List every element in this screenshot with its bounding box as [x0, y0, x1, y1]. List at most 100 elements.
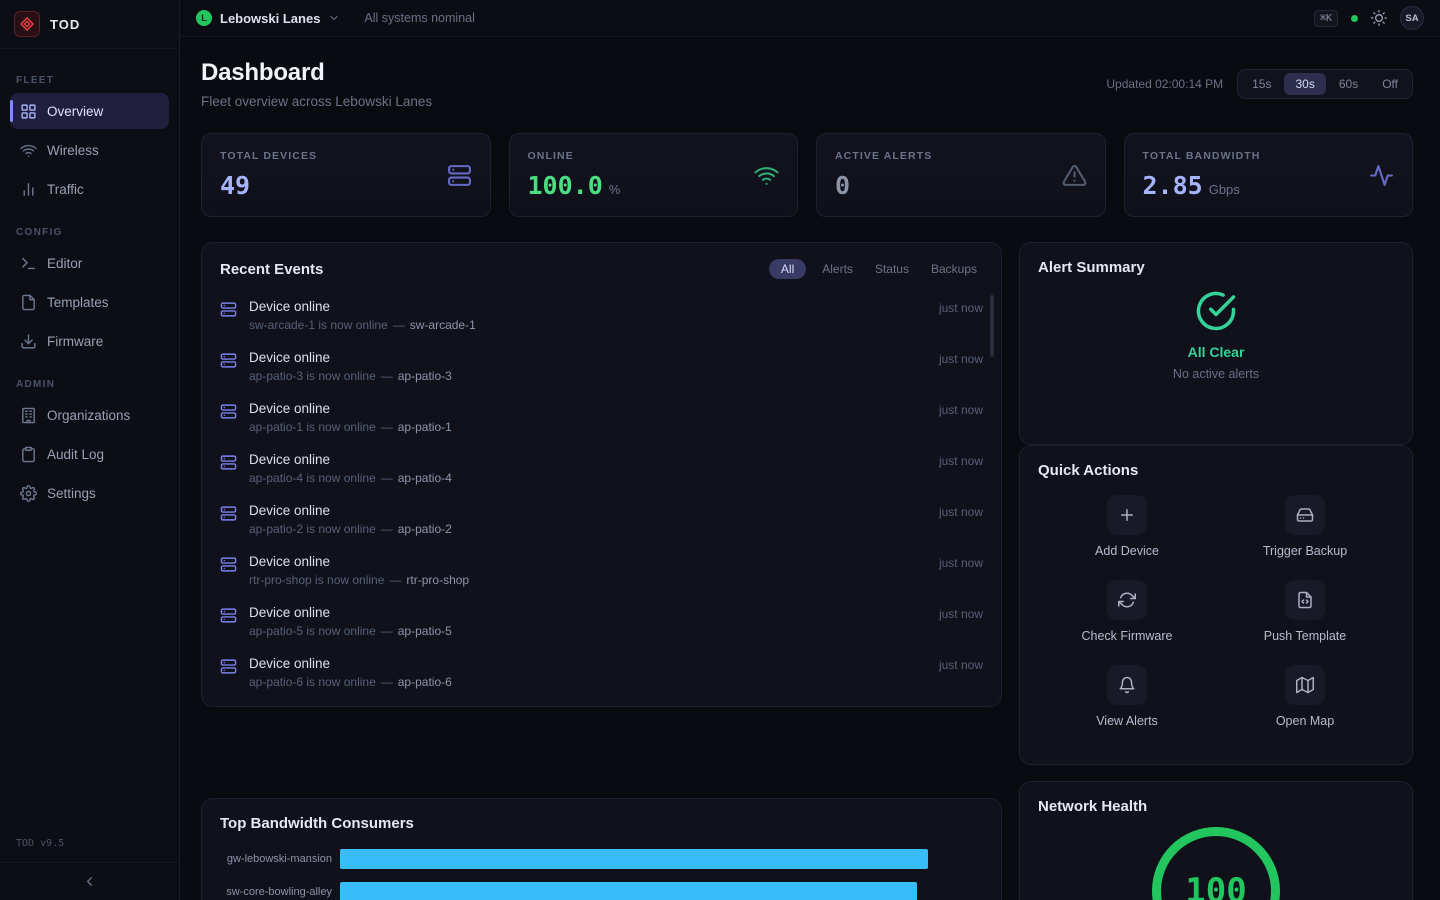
- sidebar-item-templates[interactable]: Templates: [10, 284, 169, 320]
- refresh-option-off[interactable]: Off: [1371, 73, 1409, 95]
- event-detail: sw-arcade-1 is now online—sw-arcade-1: [249, 318, 927, 332]
- stat-unit: Gbps: [1209, 182, 1240, 197]
- event-device-name: ap-patio-5: [398, 624, 452, 638]
- gear-icon: [20, 485, 37, 502]
- event-device-name: sw-arcade-1: [410, 318, 476, 332]
- quick-action-label: View Alerts: [1096, 714, 1158, 728]
- sun-icon: [1371, 10, 1387, 26]
- event-time: just now: [939, 350, 983, 366]
- refresh-option-30s[interactable]: 30s: [1284, 73, 1325, 95]
- alert-status-text: All Clear: [1188, 344, 1245, 360]
- quick-action-label: Trigger Backup: [1263, 544, 1347, 558]
- quick-action-icon-box: [1107, 495, 1147, 535]
- scrollbar-thumb[interactable]: [990, 295, 994, 357]
- event-row[interactable]: Device onlineap-patio-4 is now online—ap…: [220, 443, 983, 494]
- event-detail: ap-patio-1 is now online—ap-patio-1: [249, 420, 927, 434]
- file-code-icon: [1296, 591, 1314, 609]
- app-logo-icon: [14, 11, 40, 37]
- event-row[interactable]: Device online ap-patio-1 is now online—ap…: [220, 392, 983, 443]
- event-row[interactable]: Device onlinesw-arcade-1 is now online—s…: [220, 290, 983, 341]
- sidebar-item-label: Organizations: [47, 408, 130, 423]
- quick-action-icon-box: [1285, 495, 1325, 535]
- org-switcher[interactable]: L Lebowski Lanes: [196, 10, 340, 26]
- event-time: just now: [939, 656, 983, 672]
- command-shortcut-badge[interactable]: ⌘K: [1314, 10, 1338, 27]
- quick-action-check-firmware[interactable]: Check Firmware: [1038, 574, 1216, 649]
- event-filter-status[interactable]: Status: [869, 259, 915, 279]
- sidebar-item-label: Firmware: [47, 334, 103, 349]
- bandwidth-bar: [340, 849, 928, 869]
- user-avatar[interactable]: SA: [1400, 6, 1424, 30]
- wifi-icon: [20, 142, 37, 159]
- chevron-down-icon: [328, 12, 340, 24]
- quick-action-label: Add Device: [1095, 544, 1159, 558]
- event-detail: rtr-pro-shop is now online—rtr-pro-shop: [249, 573, 927, 587]
- stat-card-total-devices: TOTAL DEVICES49: [201, 133, 491, 217]
- network-health-panel: Network Health 100: [1019, 781, 1413, 900]
- event-filter-all[interactable]: All: [769, 259, 806, 279]
- event-title: Device online: [249, 452, 927, 467]
- sidebar-item-organizations[interactable]: Organizations: [10, 397, 169, 433]
- sidebar-collapse-button[interactable]: [0, 862, 179, 900]
- chevron-left-icon: [82, 874, 97, 889]
- chart-icon: [20, 181, 37, 198]
- event-device-name: ap-patio-6: [398, 675, 452, 689]
- health-gauge: 100: [1152, 827, 1280, 900]
- page-header: Dashboard Fleet overview across Lebowski…: [201, 59, 1413, 109]
- server-icon: [220, 403, 237, 420]
- event-row[interactable]: Device onlinejust now: [220, 698, 983, 707]
- stat-label: ACTIVE ALERTS: [835, 150, 932, 162]
- event-row[interactable]: Device onlinertr-pro-shop is now online—…: [220, 545, 983, 596]
- event-row[interactable]: Device onlineap-patio-5 is now online—ap…: [220, 596, 983, 647]
- server-icon: [220, 607, 237, 624]
- refresh-option-60s[interactable]: 60s: [1328, 73, 1369, 95]
- recent-events-title: Recent Events: [220, 261, 323, 278]
- quick-action-trigger-backup[interactable]: Trigger Backup: [1216, 489, 1394, 564]
- event-row[interactable]: Device onlineap-patio-3 is now online—ap…: [220, 341, 983, 392]
- theme-toggle-button[interactable]: [1371, 10, 1387, 26]
- event-title: Device online: [249, 350, 927, 365]
- sidebar-item-audit-log[interactable]: Audit Log: [10, 436, 169, 472]
- event-time: just now: [939, 554, 983, 570]
- page-title: Dashboard: [201, 59, 432, 87]
- event-title: Device online: [249, 656, 927, 671]
- alert-detail-text: No active alerts: [1173, 367, 1259, 381]
- org-name: Lebowski Lanes: [220, 11, 320, 26]
- event-time: just now: [939, 452, 983, 468]
- system-status-text: All systems nominal: [364, 11, 474, 25]
- grid-icon: [20, 103, 37, 120]
- stat-card-active-alerts: ACTIVE ALERTS0: [816, 133, 1106, 217]
- event-filter-alerts[interactable]: Alerts: [816, 259, 859, 279]
- sidebar-item-wireless[interactable]: Wireless: [10, 132, 169, 168]
- event-title: Device online: [249, 401, 927, 416]
- quick-action-add-device[interactable]: Add Device: [1038, 489, 1216, 564]
- sidebar-item-overview[interactable]: Overview: [10, 93, 169, 129]
- event-time: just now: [939, 605, 983, 621]
- event-row[interactable]: Device online ap-patio-6 is now online—ap…: [220, 647, 983, 698]
- quick-action-push-template[interactable]: Push Template: [1216, 574, 1394, 649]
- event-row[interactable]: Device onlineap-patio-2 is now online—ap…: [220, 494, 983, 545]
- wifi-icon: [754, 163, 779, 188]
- bandwidth-bar-track: [340, 882, 983, 900]
- stat-unit: %: [609, 182, 621, 197]
- sidebar-item-editor[interactable]: Editor: [10, 245, 169, 281]
- event-filter-backups[interactable]: Backups: [925, 259, 983, 279]
- nav-section-admin: ADMIN: [16, 379, 163, 390]
- last-updated-text: Updated 02:00:14 PM: [1106, 77, 1223, 91]
- event-detail: ap-patio-6 is now online—ap-patio-6: [249, 675, 927, 689]
- stat-value: 49: [220, 171, 250, 200]
- alert-summary-panel: Alert Summary All Clear No active alerts: [1019, 242, 1413, 445]
- quick-action-view-alerts[interactable]: View Alerts: [1038, 659, 1216, 734]
- quick-action-icon-box: [1107, 665, 1147, 705]
- map-icon: [1296, 676, 1314, 694]
- server-icon: [220, 454, 237, 471]
- event-title: Device online: [249, 503, 927, 518]
- health-gauge-value: 100: [1185, 871, 1246, 900]
- sidebar-item-traffic[interactable]: Traffic: [10, 171, 169, 207]
- app-logo-text: TOD: [50, 17, 80, 32]
- refresh-option-15s[interactable]: 15s: [1241, 73, 1282, 95]
- refresh-interval-control: 15s30s60sOff: [1237, 69, 1413, 99]
- sidebar-item-settings[interactable]: Settings: [10, 475, 169, 511]
- quick-action-open-map[interactable]: Open Map: [1216, 659, 1394, 734]
- sidebar-item-firmware[interactable]: Firmware: [10, 323, 169, 359]
